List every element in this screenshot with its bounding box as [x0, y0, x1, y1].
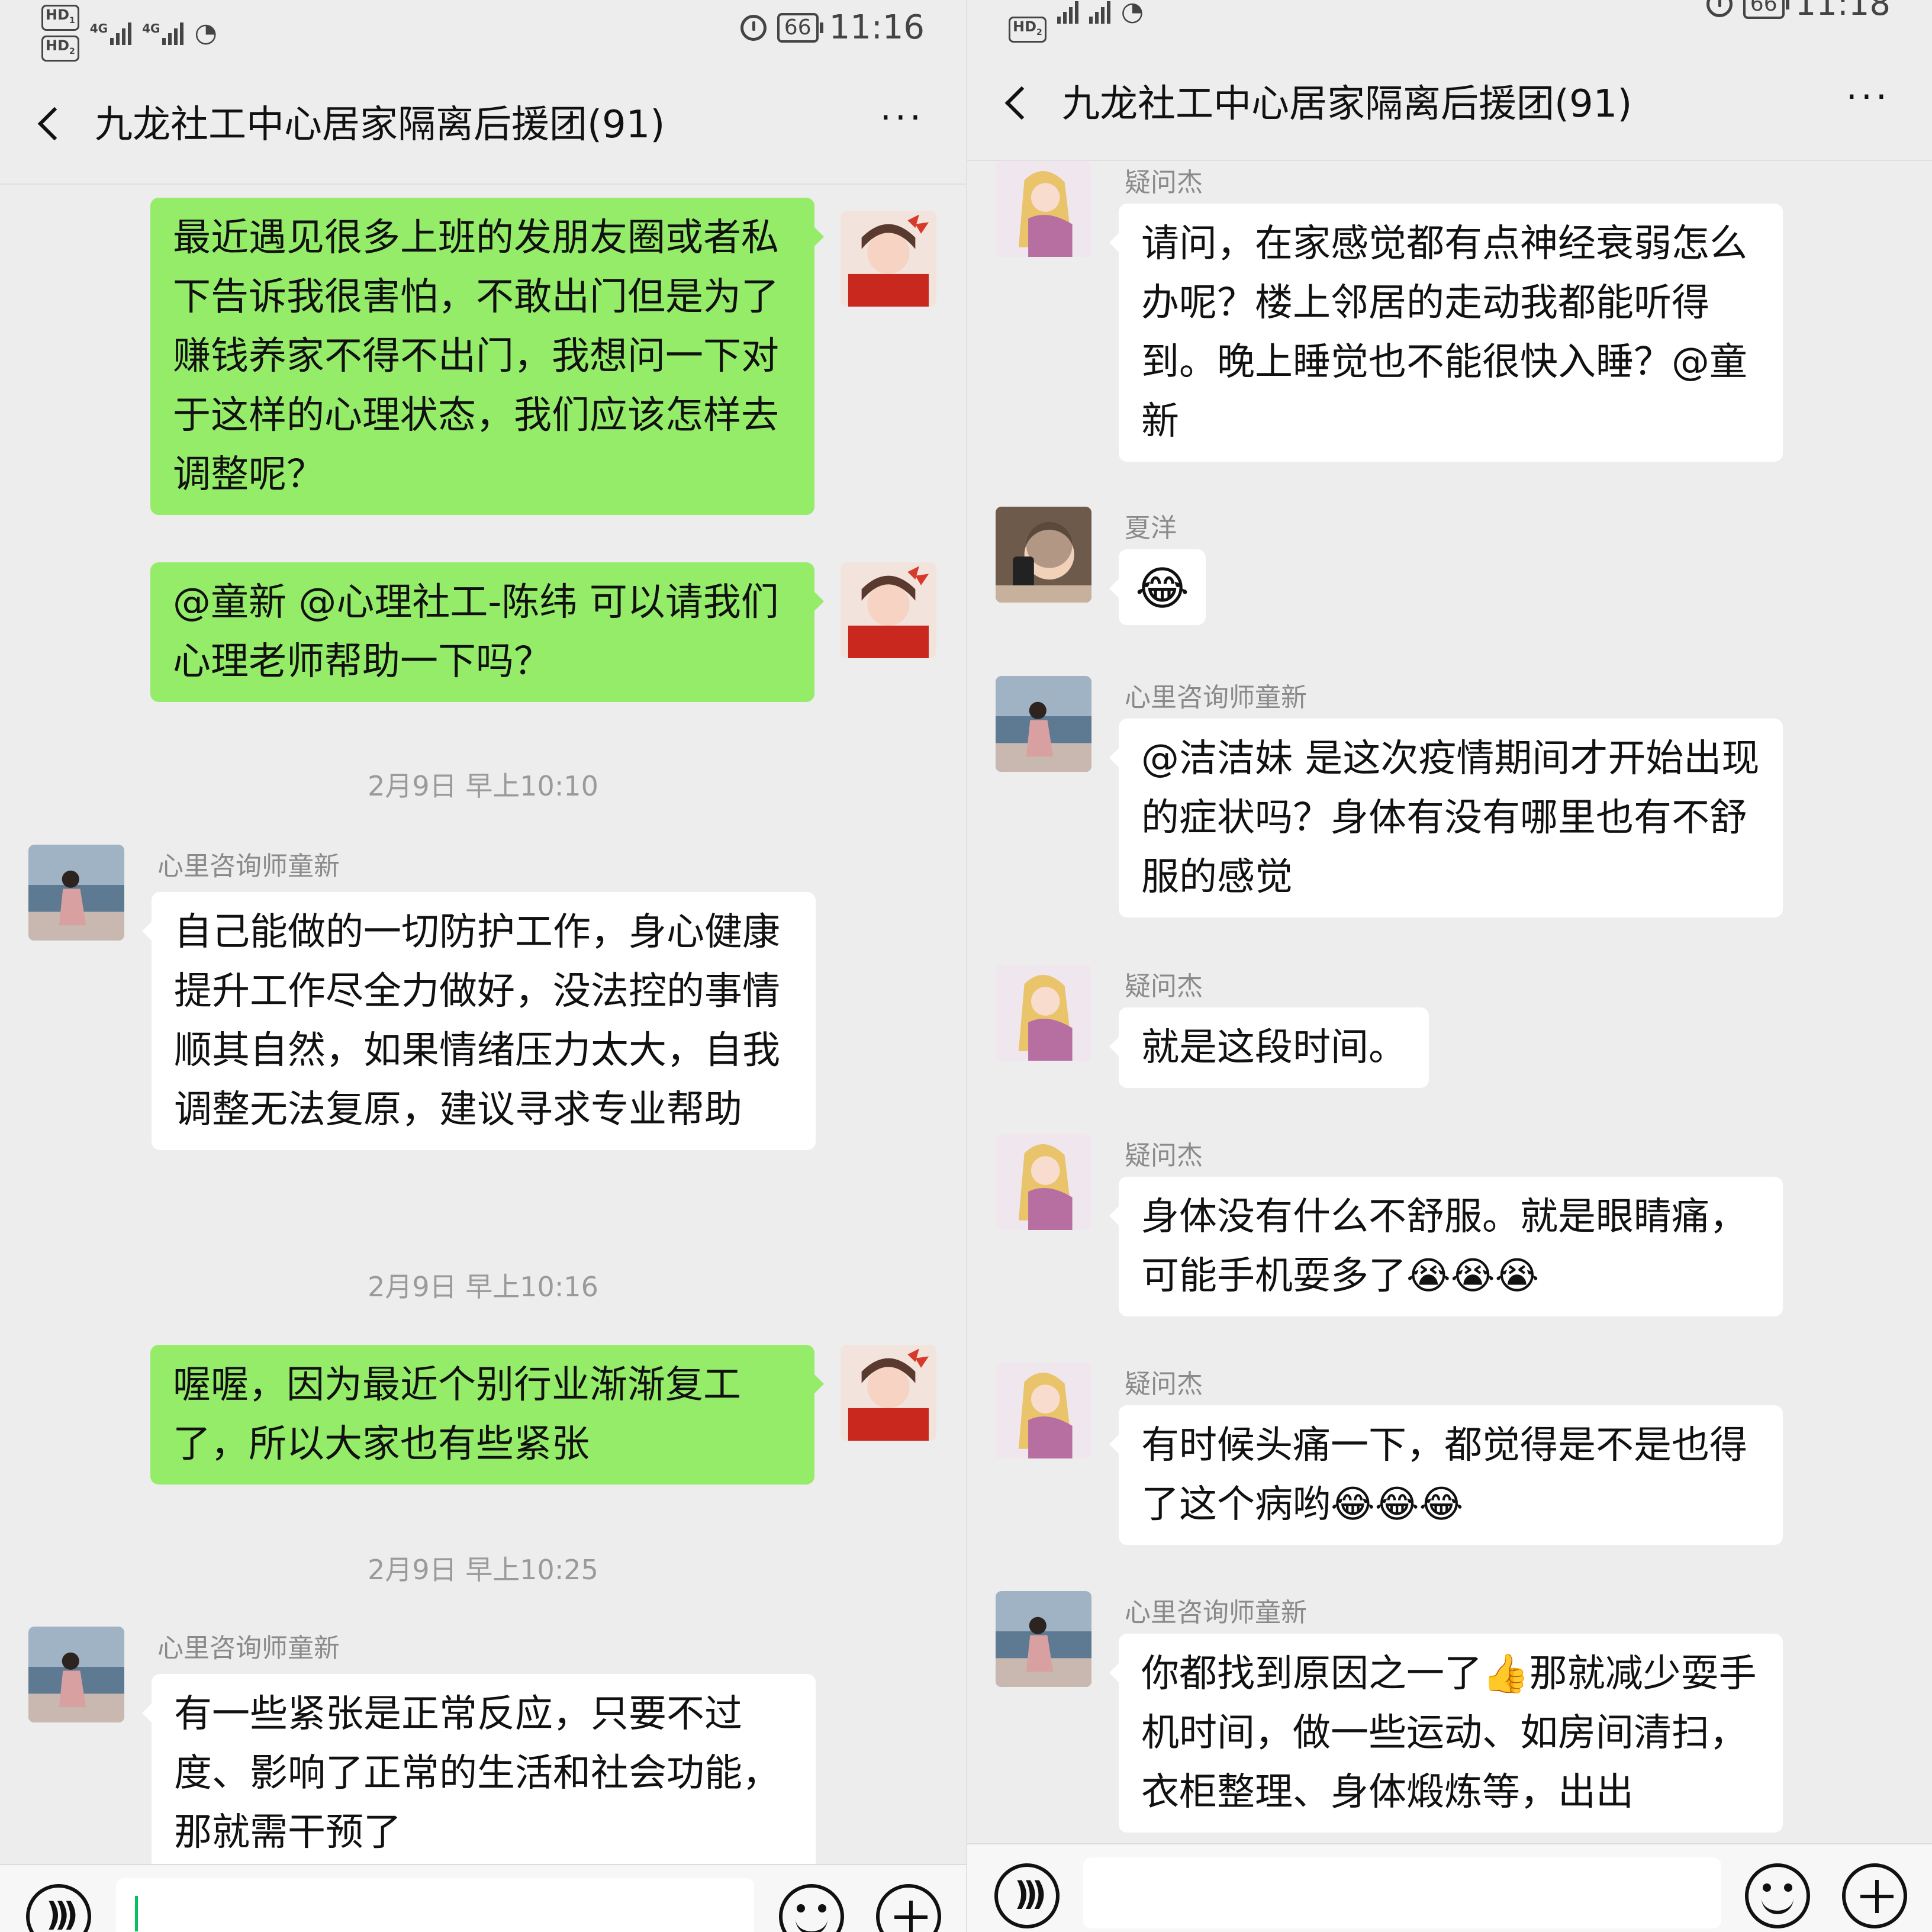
my-avatar[interactable] [841, 1345, 936, 1441]
chat-title: 九龙社工中心居家隔离后援团(91) [95, 103, 665, 147]
wifi-icon: ◔ [1120, 0, 1144, 27]
emoji-icon[interactable] [779, 1884, 844, 1932]
sender-name: 心里咨询师童新 [1125, 682, 1307, 713]
my-avatar[interactable] [841, 211, 936, 307]
sender-name: 疑问杰 [1125, 971, 1203, 1002]
sender-avatar[interactable] [28, 845, 124, 941]
message-bubble[interactable]: 😂 [1109, 549, 1206, 625]
message-bubble[interactable]: @童新 @心理社工-陈纬 可以请我们心理老师帮助一下吗？ [150, 562, 824, 702]
hd-icon: HD2 [1009, 17, 1046, 43]
sender-avatar[interactable] [28, 1627, 124, 1722]
voice-icon[interactable] [994, 1863, 1060, 1928]
sender-name: 心里咨询师童新 [157, 1633, 340, 1663]
status-time: 11:18 [1795, 0, 1891, 23]
message-input[interactable] [116, 1878, 754, 1932]
message-bubble[interactable]: 有时候头痛一下，都觉得是不是也得了这个病哟😂😂😂 [1109, 1405, 1783, 1545]
message-bubble[interactable]: 请问，在家感觉都有点神经衰弱怎么办呢？楼上邻居的走动我都能听得到。晚上睡觉也不能… [1109, 204, 1783, 462]
laugh-cry-emoji: 😂 [1135, 562, 1190, 616]
message-bubble[interactable]: 你都找到原因之一了👍那就减少耍手机时间，做一些运动、如房间清扫，衣柜整理、身体煅… [1109, 1634, 1783, 1833]
network-type: 4G [89, 21, 108, 36]
signal-icon [1089, 0, 1110, 24]
status-right: 66 11:18 [1706, 0, 1891, 23]
wifi-icon: ◔ [194, 18, 217, 49]
status-left: HD2 ◔ [1009, 0, 1144, 43]
message-input[interactable] [1083, 1857, 1721, 1928]
signal-icon [1057, 0, 1078, 24]
emoji-icon[interactable] [1745, 1863, 1810, 1928]
voice-icon[interactable] [26, 1884, 91, 1932]
input-bar [967, 1843, 1932, 1932]
sender-name: 心里咨询师童新 [157, 851, 340, 881]
message-bubble[interactable]: 自己能做的一切防护工作，身心健康提升工作尽全力做好，没法控的事情顺其自然，如果情… [142, 892, 816, 1150]
battery-level: 66 [1750, 0, 1778, 16]
chat-title: 九龙社工中心居家隔离后援团(91) [1062, 82, 1632, 126]
signal-icon: 4G [142, 21, 184, 45]
sender-avatar[interactable] [996, 1363, 1091, 1458]
timestamp: 2月9日 早上10:25 [368, 1554, 598, 1586]
status-left: HD1 HD2 4G 4G ◔ [41, 5, 217, 62]
sender-avatar[interactable] [996, 965, 1091, 1061]
alarm-icon [740, 14, 767, 41]
hd-label: HD [46, 7, 70, 23]
timestamp: 2月9日 早上10:10 [368, 770, 598, 802]
sender-avatar[interactable] [996, 507, 1091, 603]
sender-avatar[interactable] [996, 1134, 1091, 1230]
alarm-icon [1706, 0, 1733, 17]
status-bar: HD1 HD2 4G 4G ◔ 66 11:16 [0, 0, 966, 65]
more-icon[interactable]: ··· [880, 100, 925, 136]
sender-name: 疑问杰 [1125, 1141, 1203, 1171]
chat-header: 九龙社工中心居家隔离后援团(91) ··· [967, 68, 1932, 133]
message-bubble[interactable]: 有一些紧张是正常反应，只要不过度、影响了正常的生活和社会功能，那就需干预了 [142, 1674, 816, 1864]
input-bar [0, 1864, 966, 1932]
chevron-left-icon[interactable] [30, 104, 65, 139]
sender-name: 疑问杰 [1125, 1369, 1203, 1399]
status-bar: HD2 ◔ 66 11:18 [967, 0, 1932, 43]
hd-label: HD [1013, 18, 1037, 35]
hd-icon: HD1 [41, 5, 79, 31]
text-caret [135, 1896, 138, 1931]
message-bubble[interactable]: 喔喔，因为最近个别行业渐渐复工了，所以大家也有些紧张 [150, 1345, 824, 1485]
message-bubble[interactable]: @洁洁妹 是这次疫情期间才开始出现的症状吗？身体有没有哪里也有不舒服的感觉 [1109, 719, 1783, 917]
hd-indicators: HD1 HD2 [41, 5, 79, 62]
message-list[interactable]: 最近遇见很多上班的发朋友圈或者私下告诉我很害怕，不敢出门但是为了赚钱养家不得不出… [0, 183, 966, 1864]
sender-name: 夏洋 [1125, 513, 1177, 543]
message-bubble[interactable]: 身体没有什么不舒服。就是眼睛痛，可能手机耍多了😭😭😭 [1109, 1177, 1783, 1316]
message-list[interactable]: 疑问杰 请问，在家感觉都有点神经衰弱怎么办呢？楼上邻居的走动我都能听得到。晚上睡… [967, 160, 1932, 1843]
chat-screen-right: HD2 ◔ 66 11:18 九龙社工中心居家隔离后援团(91) ··· 疑问杰 [966, 0, 1932, 1932]
hd-icon: HD2 [41, 35, 79, 62]
chat-header: 九龙社工中心居家隔离后援团(91) ··· [0, 89, 966, 154]
sender-avatar[interactable] [996, 161, 1091, 257]
signal-icon: 4G [89, 21, 132, 45]
chat-screen-left: HD1 HD2 4G 4G ◔ 66 11:16 九龙社工中心居家隔离后援团(9… [0, 0, 966, 1932]
my-avatar[interactable] [841, 562, 936, 658]
sender-avatar[interactable] [996, 676, 1091, 772]
more-icon[interactable]: ··· [1846, 79, 1891, 115]
hd-label: HD [46, 37, 70, 54]
chevron-left-icon[interactable] [997, 83, 1032, 118]
status-time: 11:16 [829, 8, 925, 47]
battery-icon: 66 [777, 12, 823, 43]
sender-name: 心里咨询师童新 [1125, 1598, 1307, 1628]
battery-icon: 66 [1743, 0, 1789, 19]
sender-name: 疑问杰 [1125, 168, 1203, 198]
plus-icon[interactable] [876, 1884, 941, 1932]
network-type: 4G [142, 21, 160, 36]
battery-level: 66 [784, 15, 812, 40]
message-bubble[interactable]: 最近遇见很多上班的发朋友圈或者私下告诉我很害怕，不敢出门但是为了赚钱养家不得不出… [150, 198, 824, 515]
plus-icon[interactable] [1842, 1863, 1907, 1928]
timestamp: 2月9日 早上10:16 [368, 1271, 598, 1303]
message-bubble[interactable]: 就是这段时间。 [1109, 1007, 1429, 1088]
sender-avatar[interactable] [996, 1591, 1091, 1687]
status-right: 66 11:16 [740, 8, 925, 47]
